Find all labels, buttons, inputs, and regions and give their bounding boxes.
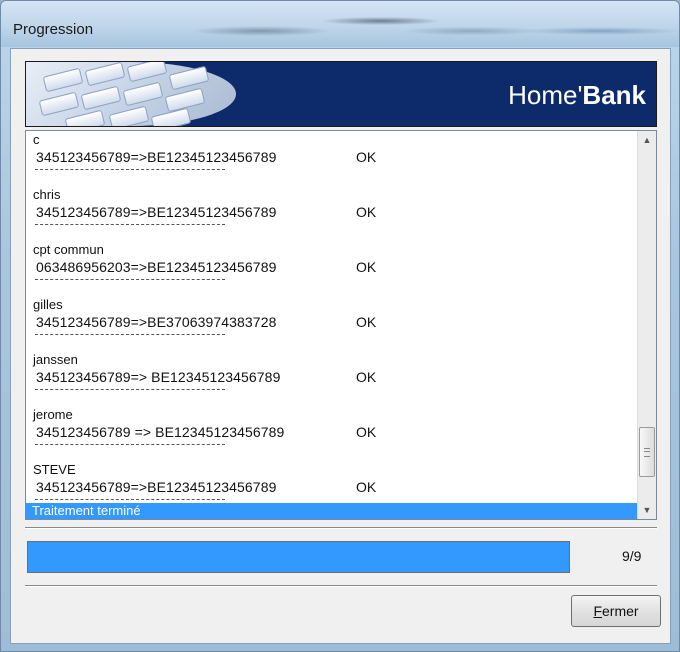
log-entry[interactable]: janssen 345123456789=> BE12345123456789 OK xyxy=(26,351,636,406)
scroll-thumb[interactable] xyxy=(639,427,655,477)
log-entry[interactable]: jerome 345123456789 => BE12345123456789 OK xyxy=(26,406,636,461)
log-entry[interactable]: c 345123456789=>BE12345123456789 OK xyxy=(26,131,636,186)
progress-count: 9/9 xyxy=(622,548,642,564)
title-bar[interactable]: Progression xyxy=(1,1,679,47)
homebank-logo: Home'Bank xyxy=(508,80,646,110)
entry-separator xyxy=(35,499,225,500)
log-entry[interactable]: cpt commun 063486956203=>BE12345123456789… xyxy=(26,241,636,296)
progress-bar xyxy=(27,541,570,573)
progress-dialog: Progression Home'Bank c 345123456789=>BE1… xyxy=(0,0,680,652)
homebank-banner: Home'Bank xyxy=(25,61,657,127)
keyboard-image xyxy=(26,62,236,126)
entry-status: OK xyxy=(356,259,377,275)
scroll-up-icon[interactable]: ▲ xyxy=(638,131,656,149)
scroll-down-icon[interactable]: ▼ xyxy=(638,501,656,519)
entry-transfer: 345123456789=>BE37063974383728 xyxy=(36,314,277,330)
entry-status: OK xyxy=(356,204,377,220)
entry-status: OK xyxy=(356,314,377,330)
entry-separator xyxy=(35,224,225,225)
selected-log-line[interactable]: Traitement terminé xyxy=(26,503,637,519)
entry-name: janssen xyxy=(33,352,78,367)
dialog-body: Home'Bank c 345123456789=>BE1234512345678… xyxy=(10,48,671,644)
vertical-scrollbar[interactable]: ▲ ▼ xyxy=(637,131,656,519)
entry-name: STEVE xyxy=(33,462,76,477)
log-entry[interactable]: gilles 345123456789=>BE37063974383728 OK xyxy=(26,296,636,351)
entry-name: jerome xyxy=(33,407,73,422)
entry-transfer: 345123456789=>BE12345123456789 xyxy=(36,204,277,220)
divider xyxy=(25,585,657,587)
entry-status: OK xyxy=(356,149,377,165)
log-entry[interactable]: chris 345123456789=>BE12345123456789 OK xyxy=(26,186,636,241)
window-title: Progression xyxy=(13,21,94,38)
entry-name: chris xyxy=(33,187,61,202)
entry-transfer: 345123456789=>BE12345123456789 xyxy=(36,479,277,495)
entry-separator xyxy=(35,279,225,280)
entry-status: OK xyxy=(356,424,377,440)
progress-fill xyxy=(28,542,569,572)
entry-name: c xyxy=(33,132,40,147)
entry-separator xyxy=(35,334,225,335)
close-button[interactable]: Fermer xyxy=(571,595,661,627)
entry-name: cpt commun xyxy=(33,242,104,257)
divider xyxy=(25,527,657,529)
entry-transfer: 345123456789=>BE12345123456789 xyxy=(36,149,277,165)
entry-status: OK xyxy=(356,369,377,385)
log-content: c 345123456789=>BE12345123456789 OK chris 34… xyxy=(26,131,636,519)
entry-separator xyxy=(35,389,225,390)
entry-transfer: 063486956203=>BE12345123456789 xyxy=(36,259,277,275)
log-list[interactable]: c 345123456789=>BE12345123456789 OK chris 34… xyxy=(25,130,657,520)
entry-name: gilles xyxy=(33,297,63,312)
entry-transfer: 345123456789=> BE12345123456789 xyxy=(36,369,281,385)
entry-separator xyxy=(35,444,225,445)
entry-transfer: 345123456789 => BE12345123456789 xyxy=(36,424,285,440)
entry-separator xyxy=(35,169,225,170)
entry-status: OK xyxy=(356,479,377,495)
